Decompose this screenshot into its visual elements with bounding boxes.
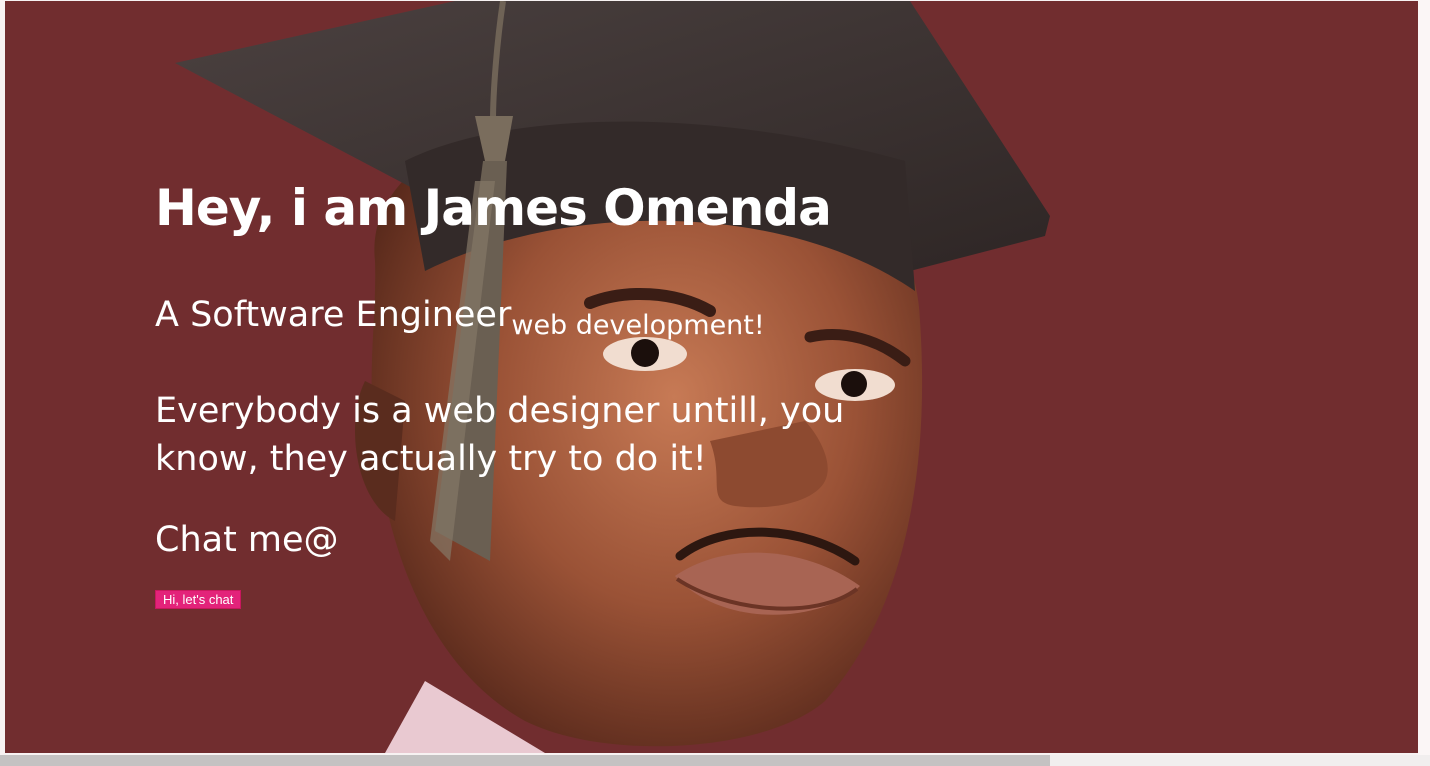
role-main: A Software Engineer bbox=[155, 295, 512, 335]
role-line: A Software Engineerweb development! bbox=[155, 295, 765, 341]
chat-label: Chat me@ bbox=[155, 520, 339, 560]
vertical-scrollbar[interactable] bbox=[1418, 0, 1430, 755]
hero-section: Hey, i am James Omenda A Software Engine… bbox=[5, 1, 1418, 753]
chat-button[interactable]: Hi, let's chat bbox=[155, 590, 242, 609]
horizontal-scrollbar[interactable] bbox=[0, 755, 1430, 766]
role-sub: web development! bbox=[511, 310, 765, 341]
quote-text: Everybody is a web designer untill, you … bbox=[155, 391, 845, 479]
horizontal-scrollbar-thumb[interactable] bbox=[0, 755, 1050, 766]
graduate-portrait-image bbox=[175, 1, 1050, 753]
hero-title: Hey, i am James Omenda bbox=[155, 179, 832, 237]
